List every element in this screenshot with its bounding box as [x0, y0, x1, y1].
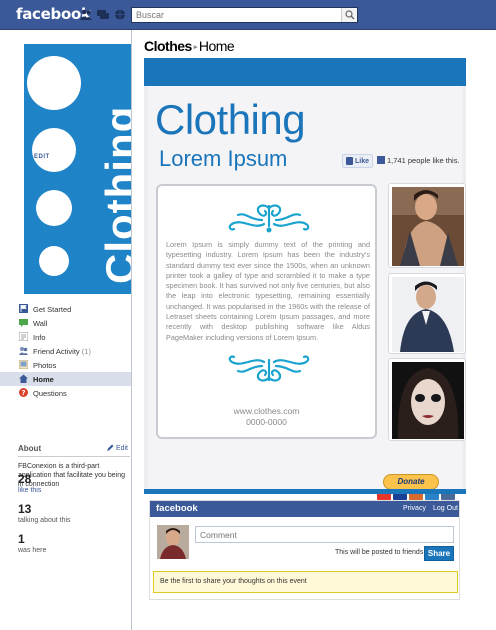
- model-photo-card[interactable]: [388, 358, 466, 441]
- share-button[interactable]: Share: [424, 546, 454, 561]
- nav-item-questions[interactable]: ? Questions: [0, 386, 132, 400]
- photos-icon: [19, 360, 28, 369]
- stat-number: 1: [18, 532, 25, 546]
- stat-checkins: 1 was here: [18, 532, 118, 554]
- model-photo-card[interactable]: [388, 273, 466, 354]
- stat-caption: was here: [18, 547, 47, 554]
- comment-placeholder: Comment: [200, 530, 237, 540]
- app-subheading: Lorem Ipsum: [159, 146, 288, 171]
- app-footer-bar: [144, 489, 466, 494]
- app-content: Clothing Lorem Ipsum Like 1,741 people l…: [148, 86, 466, 500]
- facebook-mini-icon: [377, 156, 385, 164]
- like-button[interactable]: Like: [342, 154, 373, 168]
- comment-input[interactable]: Comment: [195, 526, 454, 543]
- like-button-label: Like: [355, 158, 370, 165]
- model-photo-card[interactable]: [388, 183, 466, 268]
- privacy-link[interactable]: Privacy: [403, 505, 426, 512]
- search-button[interactable]: [341, 8, 357, 22]
- stat-number: 28: [18, 472, 32, 486]
- breadcrumb-page-link[interactable]: Clothes: [144, 38, 192, 54]
- nav-label: Photos: [33, 361, 57, 370]
- about-edit-link[interactable]: Edit: [106, 444, 128, 452]
- app-header-bar: [144, 58, 466, 86]
- stat-caption: talking about this: [18, 517, 71, 524]
- profile-picture[interactable]: Clothing: [24, 44, 131, 294]
- question-icon: ?: [19, 388, 28, 397]
- search-icon: [345, 10, 355, 20]
- logout-link[interactable]: Log Out: [433, 505, 458, 512]
- like-count: 1,741 people like this.: [387, 156, 460, 165]
- nav-label: Get Started: [33, 305, 72, 314]
- nav-item-get-started[interactable]: Get Started: [0, 302, 132, 316]
- nav-count: (1): [81, 347, 91, 356]
- pencil-icon: [106, 444, 114, 451]
- friends-icon: [19, 347, 28, 355]
- website-link[interactable]: www.clothes.com: [158, 406, 375, 416]
- nav-label: Friend Activity (1): [33, 347, 91, 356]
- nav-label: Info: [33, 333, 46, 342]
- stat-talking: 13 talking about this: [18, 502, 118, 524]
- decor-circle: [36, 190, 72, 226]
- column-divider: [131, 30, 132, 630]
- stat-likes: 28 like this: [18, 472, 118, 494]
- comments-plugin: facebook Privacy Log Out Comment This wi…: [149, 500, 460, 600]
- description-panel: Lorem Ipsum is simply dummy text of the …: [156, 184, 377, 439]
- app-canvas: Clothing Lorem Ipsum Like 1,741 people l…: [144, 58, 466, 500]
- breadcrumb-current: Home: [198, 38, 235, 54]
- ornament-icon: [228, 355, 310, 382]
- info-icon: [19, 332, 28, 341]
- stat-caption-link[interactable]: like this: [18, 487, 118, 494]
- nav-label: Wall: [33, 319, 48, 328]
- notifications-icon[interactable]: [114, 9, 126, 20]
- model-photo: [392, 277, 464, 352]
- decor-circle: [32, 128, 76, 172]
- donate-button[interactable]: Donate: [383, 474, 439, 490]
- model-photo: [392, 187, 464, 266]
- left-column: Clothing Get Started Wall Info Friend Ac…: [0, 30, 132, 630]
- home-icon: [19, 374, 28, 383]
- nav-item-wall[interactable]: Wall: [0, 316, 132, 330]
- nav-label: Home: [33, 375, 54, 384]
- svg-text:?: ?: [21, 389, 25, 397]
- app-heading: Clothing: [155, 96, 306, 143]
- decor-circle: [39, 246, 69, 276]
- avatar-image: [157, 525, 189, 559]
- divider: [18, 456, 130, 457]
- stat-number: 13: [18, 502, 32, 516]
- comments-brand: facebook: [156, 503, 198, 514]
- nav-item-home[interactable]: Home: [0, 372, 132, 386]
- decor-circle: [27, 56, 81, 110]
- empty-comments-notice: Be the first to share your thoughts on t…: [153, 571, 458, 593]
- friend-requests-icon[interactable]: [80, 9, 92, 20]
- top-bar: facebook Buscar: [0, 0, 496, 30]
- phone-number: 0000-0000: [246, 417, 287, 427]
- search-placeholder: Buscar: [136, 10, 165, 20]
- post-to-friends-note: This will be posted to friends: [335, 549, 424, 556]
- about-edit-label: Edit: [115, 445, 128, 452]
- nav-item-photos[interactable]: Photos: [0, 358, 132, 372]
- wall-icon: [19, 319, 28, 327]
- left-nav: Get Started Wall Info Friend Activity (1…: [0, 302, 132, 400]
- description-text: Lorem Ipsum is simply dummy text of the …: [166, 240, 370, 342]
- flag-icon: [19, 304, 28, 313]
- ornament-icon: [228, 204, 310, 233]
- thumbs-up-icon: [346, 157, 353, 165]
- profile-picture-text: Clothing: [97, 105, 131, 284]
- page: facebook Buscar Clothing Get Started Wal…: [0, 0, 496, 630]
- nav-item-info[interactable]: Info: [0, 330, 132, 344]
- nav-edit-link[interactable]: EDIT: [34, 154, 50, 160]
- search-input[interactable]: Buscar: [131, 7, 358, 23]
- breadcrumb-separator: ▸: [193, 44, 198, 52]
- model-photo: [392, 362, 464, 439]
- nav-item-friend-activity[interactable]: Friend Activity (1): [0, 344, 132, 358]
- about-section: About Edit FBConexion is a third-part ap…: [18, 444, 130, 488]
- breadcrumb: Clothes ▸ Home: [144, 38, 235, 54]
- nav-label: Questions: [33, 389, 67, 398]
- messages-icon[interactable]: [97, 9, 109, 20]
- comments-header: facebook Privacy Log Out: [150, 501, 459, 517]
- nav-label-text: Friend Activity: [33, 347, 80, 356]
- empty-comments-text: Be the first to share your thoughts on t…: [160, 578, 307, 585]
- avatar: [157, 525, 189, 559]
